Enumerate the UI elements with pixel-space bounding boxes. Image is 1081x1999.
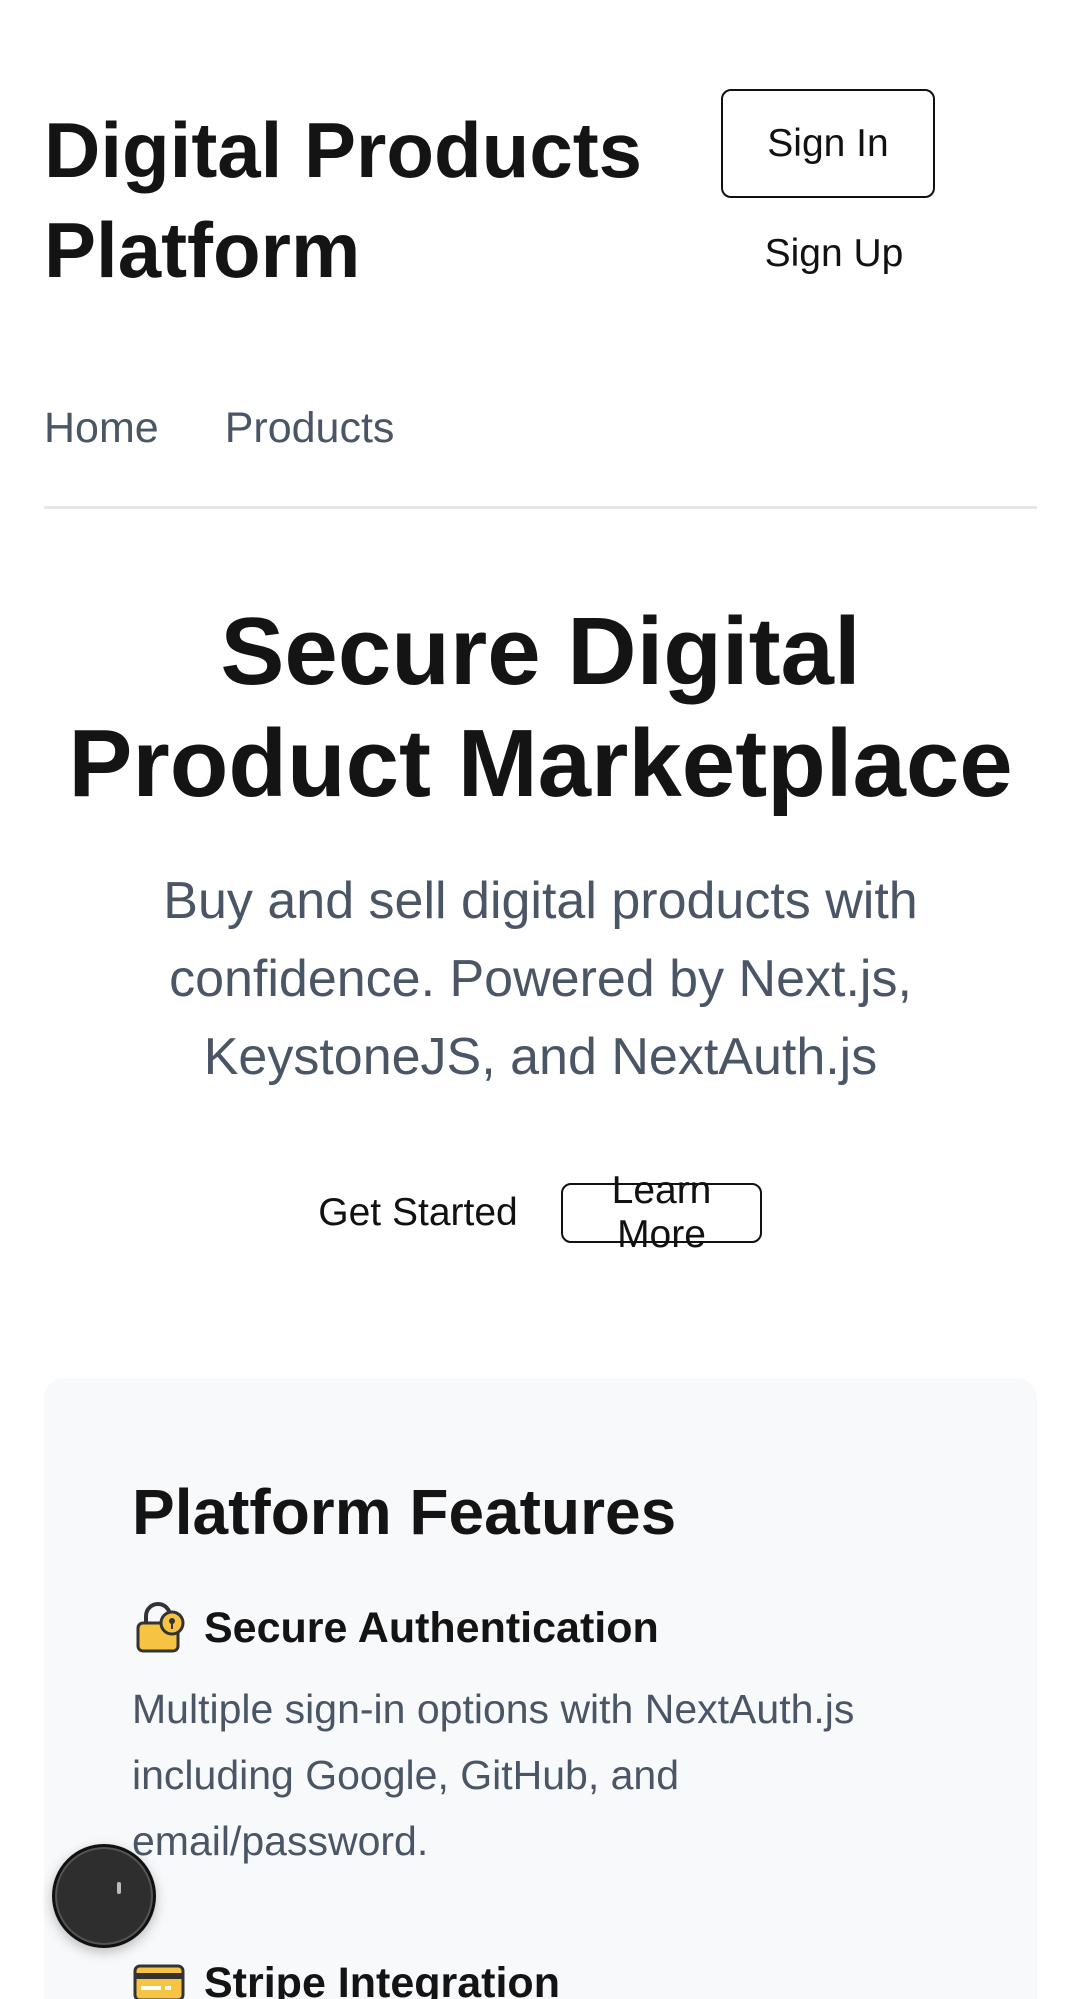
indicator-icon (117, 1882, 121, 1894)
feature-title: Secure Authentication (204, 1604, 659, 1652)
credit-card-icon (132, 1956, 186, 1999)
hero-actions: Get Started Learn More (0, 1169, 1081, 1256)
learn-more-button[interactable]: Learn More (561, 1169, 762, 1256)
floating-action-button[interactable] (52, 1844, 156, 1948)
sign-in-button[interactable]: Sign In (721, 89, 935, 198)
sign-up-link[interactable]: Sign Up (721, 226, 947, 282)
get-started-button[interactable]: Get Started (300, 1183, 536, 1243)
lock-icon (132, 1601, 186, 1655)
site-title: Digital Products Platform (44, 106, 643, 294)
nav-link-products[interactable]: Products (225, 398, 395, 458)
features-section: Platform Features Secure Authentication … (44, 1378, 1037, 1999)
hero-subtitle: Buy and sell digital products with confi… (163, 872, 918, 1086)
feature-item-stripe: Stripe Integration (132, 1953, 972, 1999)
feature-item-authentication: Secure Authentication Multiple sign-in o… (132, 1598, 972, 1874)
hero-title: Secure Digital Product Marketplace (68, 598, 1013, 817)
nav-divider (44, 506, 1037, 509)
main-nav: Home Products (44, 398, 394, 458)
page: Digital Products Platform Sign In Sign U… (0, 0, 1081, 1999)
feature-description: Multiple sign-in options with NextAuth.j… (132, 1686, 855, 1864)
nav-link-home[interactable]: Home (44, 398, 159, 458)
feature-header: Secure Authentication (132, 1598, 972, 1658)
features-title: Platform Features (132, 1476, 677, 1548)
feature-header: Stripe Integration (132, 1953, 972, 1999)
feature-title: Stripe Integration (204, 1959, 560, 1999)
